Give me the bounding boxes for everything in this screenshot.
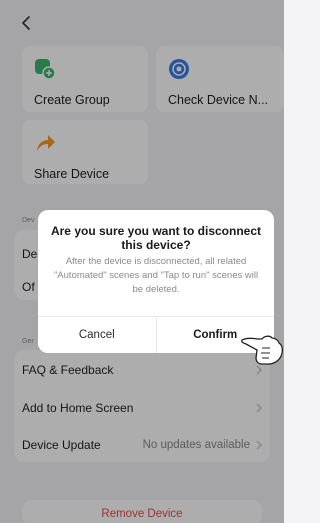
cancel-button[interactable]: Cancel [38,317,157,353]
dialog-title: Are you sure you want to disconnect this… [50,224,262,252]
device-settings-screen: Create Group Check Device N... Share Dev… [0,0,284,523]
dialog-message: After the device is disconnected, all re… [53,256,259,295]
dialog-actions: Cancel Confirm [38,316,274,353]
disconnect-dialog: Are you sure you want to disconnect this… [38,210,274,353]
pointing-hand-icon [241,335,284,365]
